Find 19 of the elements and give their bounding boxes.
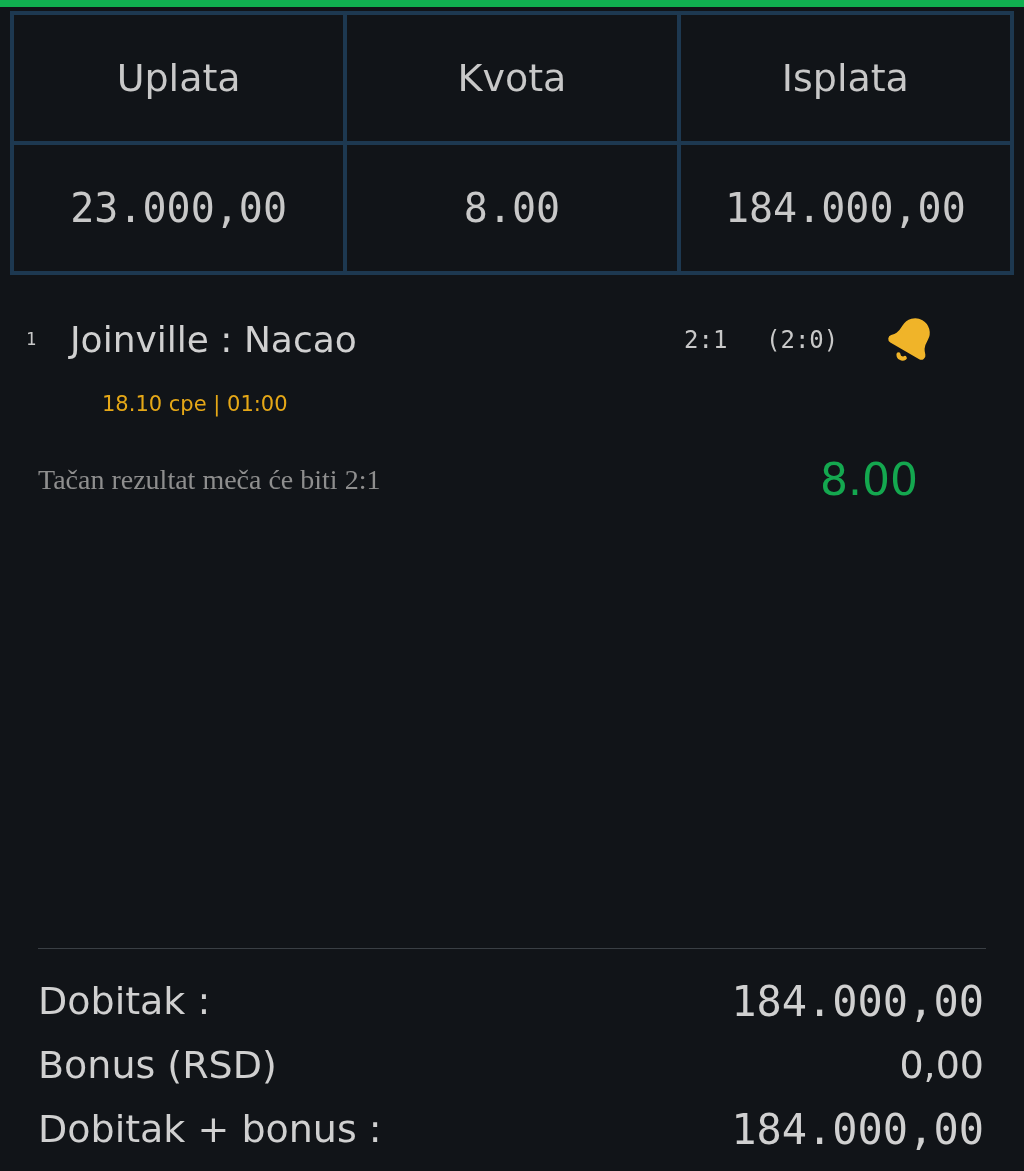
- table-cell: 23.000,00: [14, 145, 344, 271]
- table-cell: 184.000,00: [680, 145, 1010, 271]
- total-value: 184.000,00: [731, 975, 984, 1028]
- match-name: Joinville : Nacao: [70, 318, 358, 362]
- match-datetime: 18.10 сре | 01:00: [101, 391, 289, 419]
- table-cell: 8.00: [347, 145, 677, 271]
- total-label: Dobitak :: [38, 977, 211, 1025]
- bet-pick: Tačan rezultat meča će biti 2:1: [38, 462, 381, 497]
- total-label: Bonus (RSD): [38, 1041, 277, 1089]
- match-score: 2:1: [684, 325, 729, 356]
- total-label: Dobitak + bonus :: [38, 1105, 382, 1153]
- column-header: Kvota: [347, 15, 677, 141]
- column-header: Uplata: [14, 15, 344, 141]
- bet-odds: 8.00: [820, 452, 918, 507]
- total-value: 184.000,00: [731, 1103, 984, 1156]
- bet-number: 1: [26, 328, 38, 352]
- column-header: Isplata: [680, 15, 1010, 141]
- halftime-score: (2:0): [766, 325, 840, 356]
- total-value: 0,00: [899, 1041, 984, 1089]
